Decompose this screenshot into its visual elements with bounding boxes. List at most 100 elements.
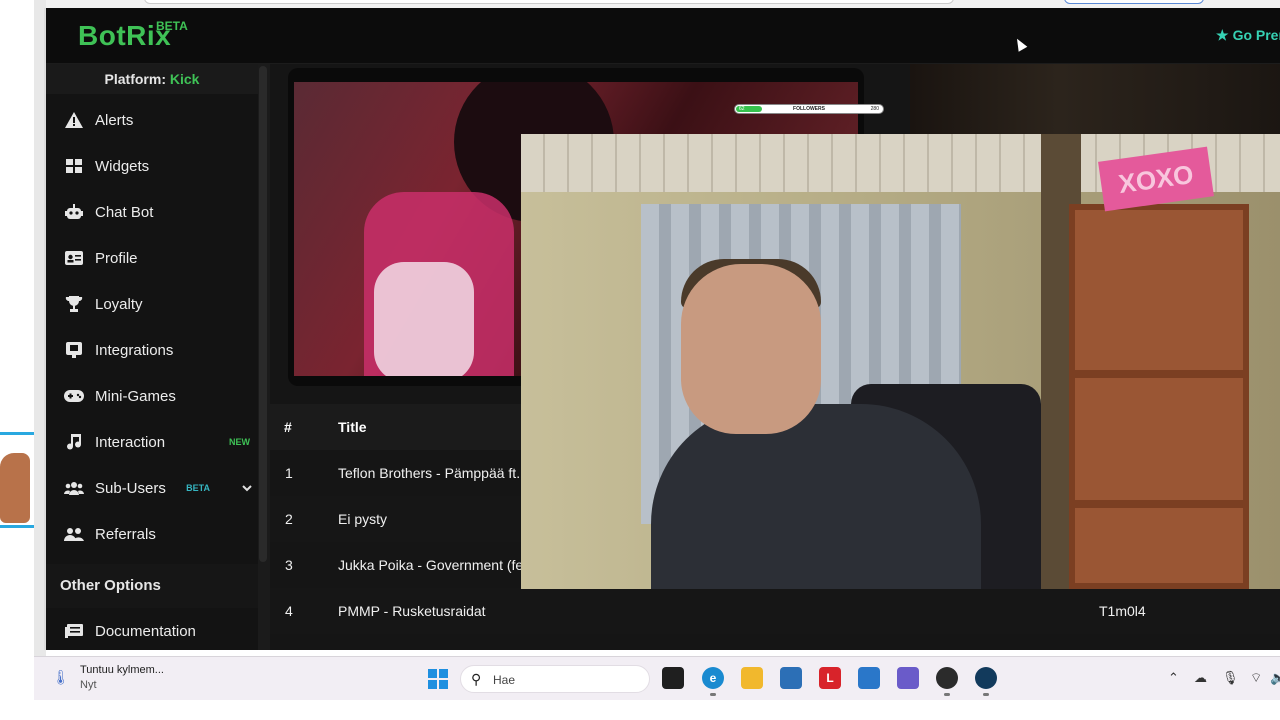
row-title: Jukka Poika - Government (fe [338,557,524,573]
sidebar-item-alerts[interactable]: Alerts [46,98,258,142]
start-button[interactable] [428,669,448,689]
weather-widget-title[interactable]: Tuntuu kylmem... [80,664,164,676]
robot-icon [64,202,84,222]
trophy-icon [64,294,84,314]
sidebar-item-integrations[interactable]: Integrations [46,328,258,372]
sidebar-item-label: Interaction [95,433,166,451]
browser-pill-button[interactable] [1064,0,1204,4]
followers-goal: 280 [870,106,879,112]
sidebar-item-documentation[interactable]: Documentation [46,609,258,653]
document-icon [64,621,84,641]
webcam-shelf [1069,204,1249,589]
steam-icon[interactable] [975,667,997,689]
speaker-icon[interactable]: 🔈 [1270,670,1280,686]
sidebar-item-loyalty[interactable]: Loyalty [46,282,258,326]
sidebar-item-label: Loyalty [95,295,143,313]
sidebar-item-label: Profile [95,249,138,267]
row-number: 1 [285,465,293,481]
outlook-icon[interactable] [858,667,880,689]
sidebar-item-label: Referrals [95,525,156,543]
stream-decoration [0,432,36,528]
sidebar-item-chat-bot[interactable]: Chat Bot [46,190,258,234]
followers-goal-bar: 62 FOLLOWERS 280 [734,104,884,114]
address-bar[interactable] [144,0,954,4]
sidebar-item-label: Alerts [95,111,134,129]
decoration-shape [0,453,30,523]
file-explorer-icon[interactable] [741,667,763,689]
teams-icon[interactable] [897,667,919,689]
column-header-number: # [284,419,292,435]
sidebar-item-profile[interactable]: Profile [46,236,258,280]
webcam-overlay: XOXO [521,134,1280,589]
chevron-down-icon[interactable] [242,481,252,495]
beta-badge: BETA [186,483,210,493]
wifi-icon[interactable]: ⌔ [1250,670,1262,686]
sidebar-item-mini-games[interactable]: Mini-Games [46,374,258,418]
stream-left-strip [0,0,34,660]
platform-value: Kick [169,71,200,87]
warning-icon [64,110,84,130]
sidebar-item-referrals[interactable]: Referrals [46,512,258,556]
platform-label: Platform: [104,71,166,87]
row-title: PMMP - Rusketusraidat [338,603,486,619]
followers-label: FOLLOWERS [793,106,825,112]
users-icon [64,478,84,498]
go-premium-button[interactable]: ★Go Prem [1216,27,1280,44]
shelf-board [1075,370,1243,378]
webcam-person-head [681,264,821,434]
sidebar-item-interaction[interactable]: Interaction NEW [46,420,258,464]
go-premium-label: Go Prem [1232,27,1280,43]
gamepad-icon [64,386,84,406]
sidebar-item-label: Sub-Users [95,479,166,497]
sidebar-item-label: Integrations [95,341,174,359]
sidebar-item-label: Chat Bot [95,203,154,221]
row-title: Ei pysty [338,511,388,527]
search-placeholder: Hae [493,673,516,687]
chevron-up-icon[interactable]: ⌃ [1168,670,1179,686]
row-user: T1m0l4 [1099,603,1146,619]
taskbar: 🌡 Tuntuu kylmem... Nyt ⚲ Hae e L ⌃ ☁ 🎙 ⌔… [34,656,1280,700]
sidebar-item-widgets[interactable]: Widgets [46,144,258,188]
active-indicator [710,693,716,696]
store-icon[interactable] [780,667,802,689]
active-indicator [983,693,989,696]
shelf-board [1075,500,1243,508]
row-number: 3 [285,557,293,573]
id-card-icon [64,248,84,268]
new-badge: NEW [229,437,250,447]
microphone-icon[interactable]: 🎙 [1222,670,1239,686]
star-icon: ★ [1216,27,1229,43]
active-indicator [944,693,950,696]
referral-icon [64,524,84,544]
platform-indicator: Platform: Kick [46,64,258,94]
sidebar-item-sub-users[interactable]: Sub-Users BETA [46,466,258,510]
row-number: 4 [285,603,293,619]
preview-shape [374,262,474,376]
sidebar-scrollbar[interactable] [259,66,267,562]
l-app-icon[interactable]: L [819,667,841,689]
row-title: Teflon Brothers - Pämppää ft. [338,465,521,481]
weather-widget-subtitle: Nyt [80,679,97,691]
search-icon: ⚲ [471,671,482,687]
music-icon [64,432,84,452]
task-view-icon[interactable] [662,667,684,689]
grid-icon [64,156,84,176]
obs-icon[interactable] [936,667,958,689]
sidebar: Platform: Kick Alerts Widgets Chat Bot P… [46,64,258,650]
edge-icon[interactable]: e [702,667,724,689]
sidebar-item-label: Documentation [95,622,196,640]
sidebar-item-label: Widgets [95,157,150,175]
sidebar-item-label: Mini-Games [95,387,176,405]
webcam-person-body [651,404,981,589]
background-area [910,64,1280,144]
top-bar: BotRix BETA ★Go Prem [46,8,1280,64]
row-number: 2 [285,511,293,527]
weather-icon[interactable]: 🌡 [52,669,70,685]
taskbar-search[interactable]: ⚲ Hae [460,665,650,693]
column-header-title[interactable]: Title [338,419,367,435]
integration-icon [64,340,84,360]
table-row[interactable]: 4 PMMP - Rusketusraidat T1m0l4 [270,588,1280,634]
other-options-heading: Other Options [46,564,258,608]
logo-beta-badge: BETA [156,19,188,33]
cloud-icon[interactable]: ☁ [1194,670,1207,686]
